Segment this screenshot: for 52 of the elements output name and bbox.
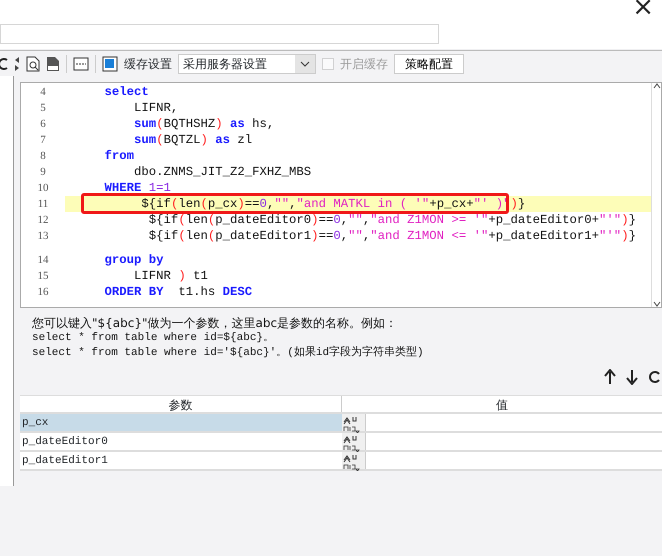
line-number: 5 bbox=[39, 101, 47, 116]
line-number: 6 bbox=[39, 117, 47, 132]
line-number: 8 bbox=[39, 149, 47, 164]
code-line: LIFNR ) t1 bbox=[133, 268, 209, 284]
type-icon[interactable] bbox=[342, 452, 362, 471]
code-line: select bbox=[104, 84, 150, 100]
parameter-name[interactable]: p_cx bbox=[20, 414, 342, 431]
sql-file-icon[interactable] bbox=[46, 56, 60, 72]
code-line: ${if(len(p_dateEditor1)==0,"","and Z1MON <= '"+p_dateEditor1+"'")} bbox=[148, 228, 637, 244]
code-line: sum(BQTZL) as zl bbox=[133, 132, 254, 148]
code-line: from bbox=[104, 148, 136, 164]
strategy-button[interactable]: 策略配置 bbox=[394, 54, 464, 74]
scrollbar[interactable] bbox=[651, 83, 661, 307]
hint-text: select * from table where id='${abc}'。(如果id字段为字符串类型) bbox=[32, 346, 425, 361]
scroll-up-icon[interactable] bbox=[652, 83, 660, 89]
code-line: ORDER BY t1.hs DESC bbox=[104, 284, 254, 300]
code-line: group by bbox=[104, 252, 165, 268]
line-number: 7 bbox=[39, 133, 47, 148]
code-line: ${if(len(p_dateEditor0)==0,"","and Z1MON >= '"+p_dateEditor0+"'")} bbox=[148, 212, 637, 228]
caret-icon bbox=[300, 60, 310, 66]
line-number: 4 bbox=[39, 85, 47, 100]
line-number: 15 bbox=[36, 269, 50, 284]
line-number: 11 bbox=[36, 197, 50, 212]
save-icon[interactable] bbox=[102, 56, 118, 72]
scroll-down-icon[interactable] bbox=[652, 301, 660, 307]
code-line: LIFNR, bbox=[133, 100, 180, 116]
cache-select[interactable]: 采用服务器设置 bbox=[178, 54, 316, 74]
code-line: sum(BQTHSHZ) as hs, bbox=[133, 116, 276, 132]
code-line: WHERE 1=1 bbox=[104, 180, 172, 196]
expand-arrows-icon[interactable] bbox=[14, 56, 20, 72]
hint-text: select * from table where id=${abc}。 bbox=[32, 331, 276, 346]
code-editor[interactable] bbox=[20, 82, 662, 308]
type-icon[interactable] bbox=[342, 414, 362, 433]
arrow-down-icon[interactable] bbox=[626, 369, 638, 385]
enable-cache-label: 开启缓存 bbox=[340, 56, 388, 72]
arrow-up-icon[interactable] bbox=[604, 369, 616, 385]
column-header: 参数 bbox=[20, 396, 342, 412]
line-number: 9 bbox=[39, 165, 47, 180]
line-number: 13 bbox=[36, 229, 50, 244]
refresh-icon[interactable] bbox=[0, 56, 8, 70]
refresh-icon[interactable] bbox=[648, 369, 660, 385]
address-field[interactable] bbox=[0, 24, 439, 44]
hint-text: 您可以键入"${abc}"做为一个参数，这里abc是参数的名称。例如： bbox=[32, 316, 398, 331]
cache-settings-label: 缓存设置 bbox=[124, 56, 172, 72]
type-icon[interactable] bbox=[342, 434, 362, 452]
line-number: 10 bbox=[36, 181, 50, 196]
code-line: dbo.ZNMS_JIT_Z2_FXHZ_MBS bbox=[133, 164, 312, 180]
line-number: 14 bbox=[36, 253, 50, 268]
preview-icon[interactable] bbox=[26, 56, 40, 72]
column-header: 值 bbox=[495, 397, 509, 412]
line-number: 16 bbox=[36, 285, 50, 300]
line-number: 12 bbox=[36, 213, 50, 228]
